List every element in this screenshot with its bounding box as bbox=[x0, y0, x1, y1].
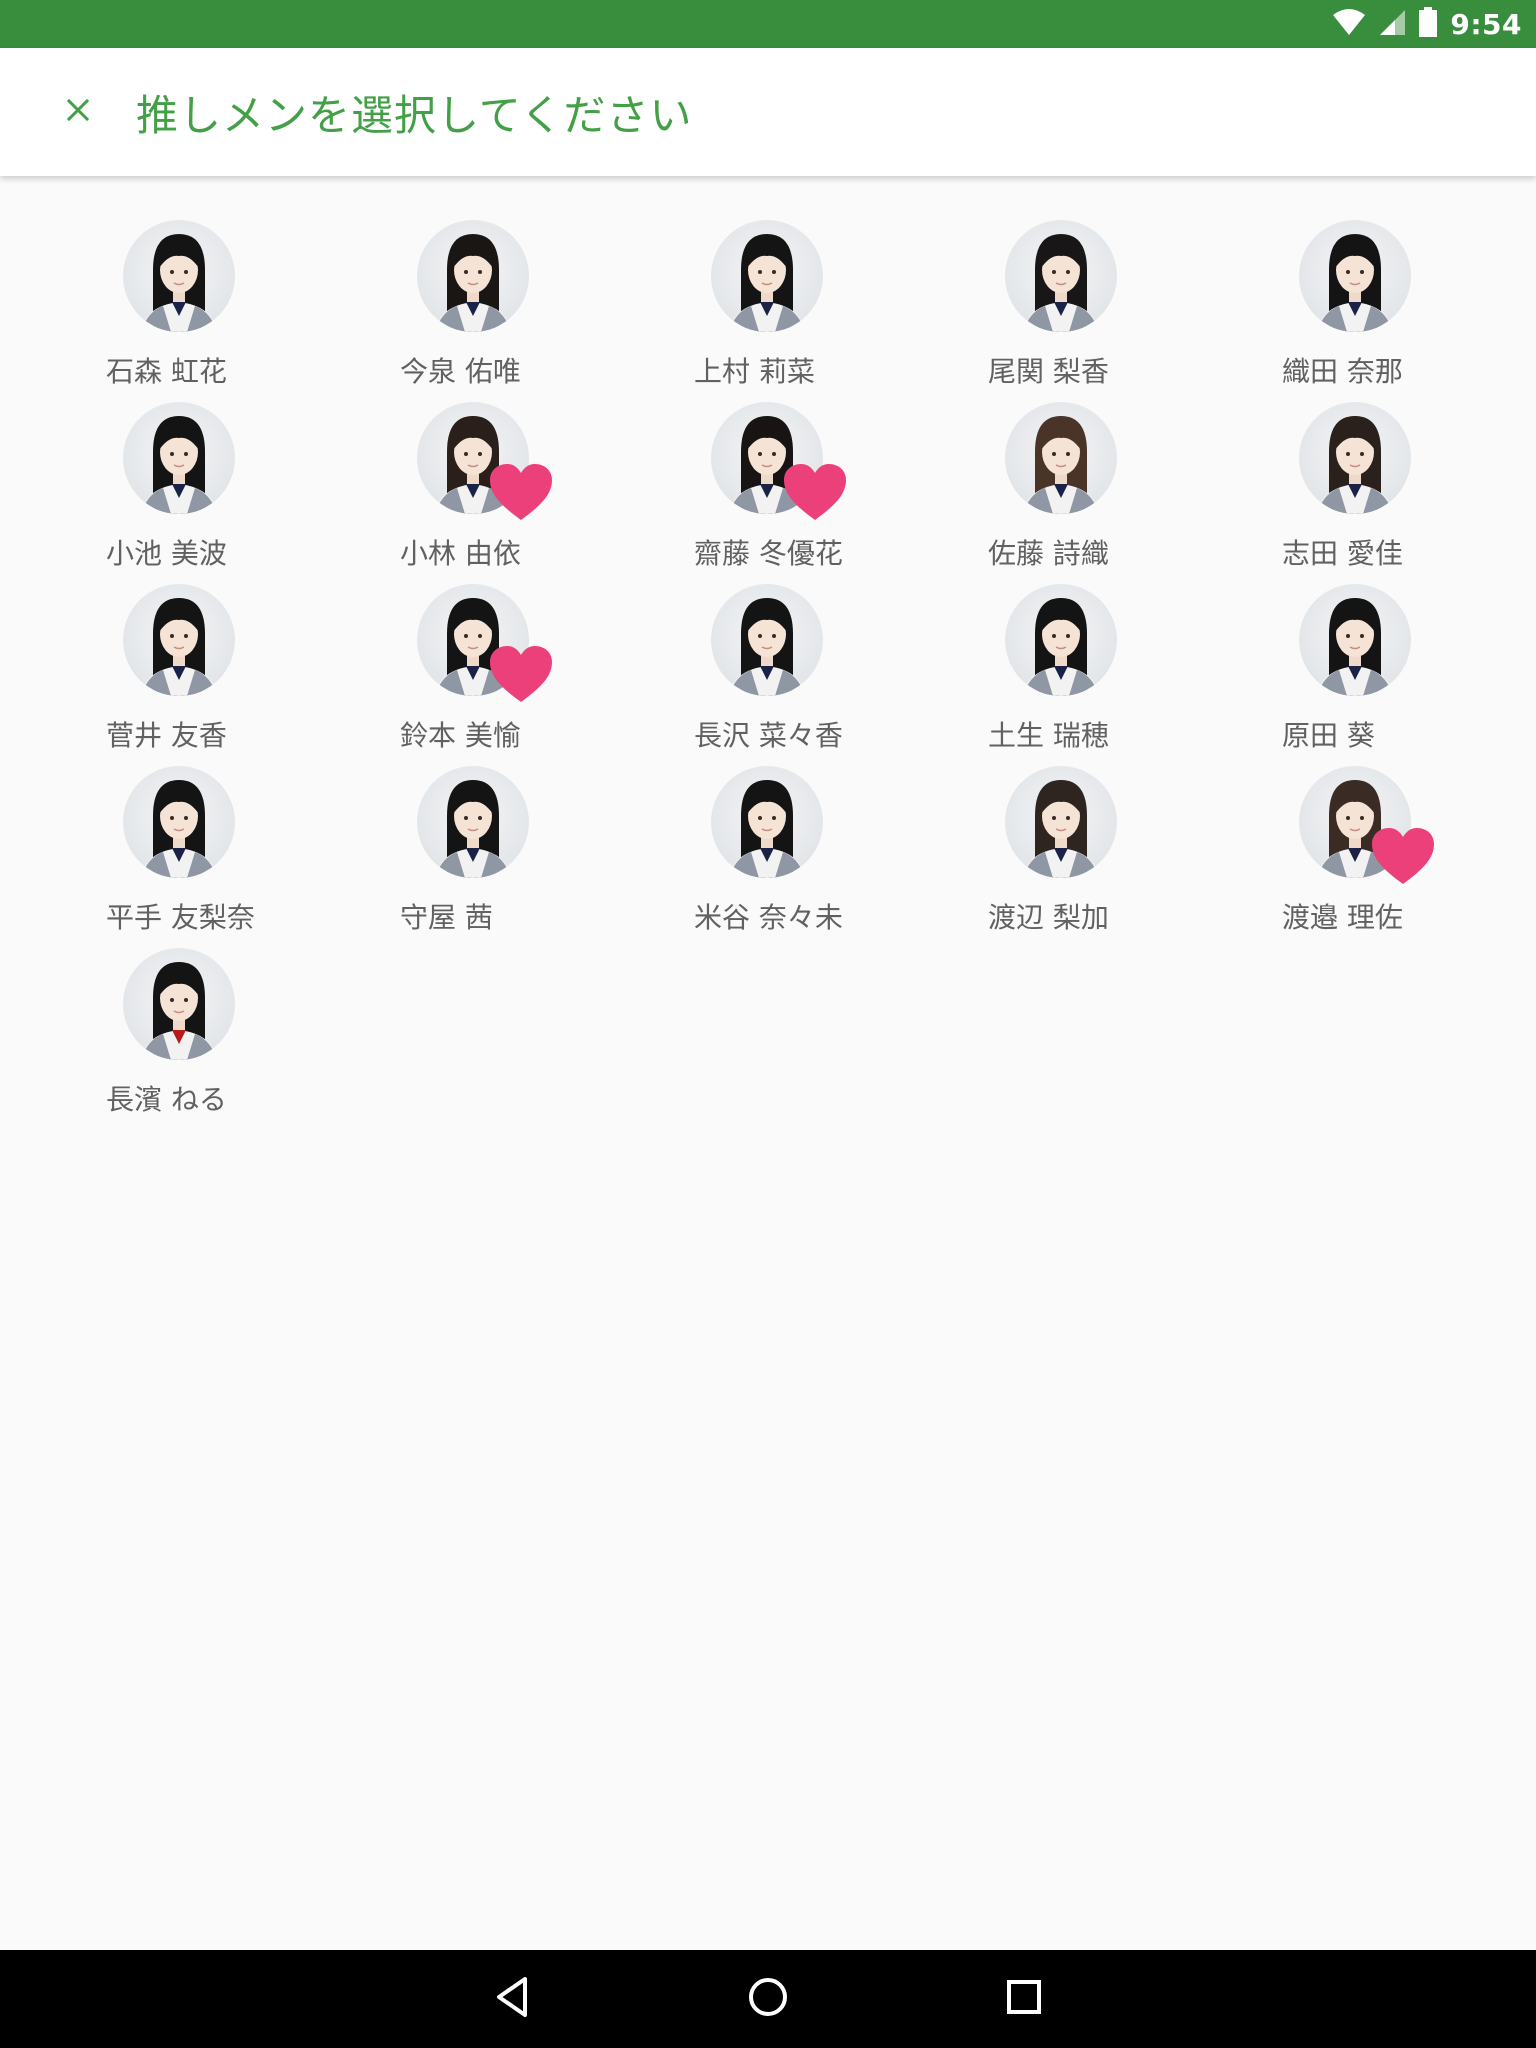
member-name: 原田 葵 bbox=[1282, 719, 1375, 752]
member-item[interactable]: 織田 奈那 bbox=[1222, 220, 1516, 402]
member-name: 渡辺 梨加 bbox=[988, 901, 1109, 934]
member-name: 上村 莉菜 bbox=[694, 355, 815, 388]
navigation-bar bbox=[0, 1950, 1536, 2048]
member-avatar bbox=[1005, 402, 1117, 514]
heart-icon bbox=[488, 462, 554, 522]
back-icon bbox=[492, 1975, 532, 2023]
recents-button[interactable] bbox=[988, 1963, 1060, 2035]
member-item[interactable]: 渡邉 理佐 bbox=[1222, 766, 1516, 948]
member-name: 守屋 茜 bbox=[400, 901, 493, 934]
battery-icon bbox=[1418, 7, 1438, 41]
member-item[interactable]: 菅井 友香 bbox=[46, 584, 340, 766]
member-name: 長濱 ねる bbox=[106, 1083, 227, 1116]
member-name: 志田 愛佳 bbox=[1282, 537, 1403, 570]
member-item[interactable]: 今泉 佑唯 bbox=[340, 220, 634, 402]
member-avatar bbox=[1299, 220, 1411, 332]
home-icon bbox=[746, 1975, 790, 2023]
member-name: 齋藤 冬優花 bbox=[694, 537, 843, 570]
member-name: 今泉 佑唯 bbox=[400, 355, 521, 388]
member-item[interactable]: 齋藤 冬優花 bbox=[634, 402, 928, 584]
member-item[interactable]: 志田 愛佳 bbox=[1222, 402, 1516, 584]
member-name: 菅井 友香 bbox=[106, 719, 227, 752]
member-name: 小林 由依 bbox=[400, 537, 521, 570]
member-avatar bbox=[123, 766, 235, 878]
wifi-icon bbox=[1332, 8, 1366, 40]
heart-icon bbox=[1370, 826, 1436, 886]
member-avatar bbox=[123, 948, 235, 1060]
member-item[interactable]: 平手 友梨奈 bbox=[46, 766, 340, 948]
member-grid: 石森 虹花 今泉 佑唯 上村 莉菜 尾関 梨香 織田 奈那小池 美波 小林 由依 齋藤 冬優… bbox=[46, 220, 1516, 1130]
member-name: 米谷 奈々未 bbox=[694, 901, 843, 934]
member-item[interactable]: 渡辺 梨加 bbox=[928, 766, 1222, 948]
member-item[interactable]: 佐藤 詩織 bbox=[928, 402, 1222, 584]
recents-icon bbox=[1004, 1977, 1044, 2021]
member-item[interactable]: 鈴本 美愉 bbox=[340, 584, 634, 766]
member-item[interactable]: 尾関 梨香 bbox=[928, 220, 1222, 402]
page-title: 推しメンを選択してください bbox=[136, 90, 693, 140]
heart-icon bbox=[782, 462, 848, 522]
member-name: 小池 美波 bbox=[106, 537, 227, 570]
member-avatar bbox=[1299, 402, 1411, 514]
member-name: 土生 瑞穂 bbox=[988, 719, 1109, 752]
close-icon bbox=[66, 98, 90, 126]
member-item[interactable]: 上村 莉菜 bbox=[634, 220, 928, 402]
member-name: 尾関 梨香 bbox=[988, 355, 1109, 388]
member-avatar bbox=[711, 584, 823, 696]
member-item[interactable]: 小林 由依 bbox=[340, 402, 634, 584]
member-name: 佐藤 詩織 bbox=[988, 537, 1109, 570]
member-item[interactable]: 長沢 菜々香 bbox=[634, 584, 928, 766]
app-bar: 推しメンを選択してください bbox=[0, 48, 1536, 176]
member-avatar bbox=[1005, 220, 1117, 332]
member-item[interactable]: 土生 瑞穂 bbox=[928, 584, 1222, 766]
member-list-area: 石森 虹花 今泉 佑唯 上村 莉菜 尾関 梨香 織田 奈那小池 美波 小林 由依 齋藤 冬優… bbox=[0, 176, 1536, 1950]
member-avatar bbox=[417, 766, 529, 878]
member-item[interactable]: 長濱 ねる bbox=[46, 948, 340, 1130]
member-avatar bbox=[1005, 584, 1117, 696]
member-avatar bbox=[711, 766, 823, 878]
member-avatar bbox=[1005, 766, 1117, 878]
status-bar: 9:54 bbox=[0, 0, 1536, 48]
cell-signal-icon bbox=[1378, 8, 1406, 40]
member-name: 織田 奈那 bbox=[1282, 355, 1403, 388]
member-avatar bbox=[417, 220, 529, 332]
member-avatar bbox=[123, 402, 235, 514]
back-button[interactable] bbox=[476, 1963, 548, 2035]
status-icons: 9:54 bbox=[1332, 0, 1522, 48]
member-item[interactable]: 米谷 奈々未 bbox=[634, 766, 928, 948]
member-item[interactable]: 小池 美波 bbox=[46, 402, 340, 584]
member-name: 石森 虹花 bbox=[106, 355, 227, 388]
member-item[interactable]: 石森 虹花 bbox=[46, 220, 340, 402]
member-item[interactable]: 守屋 茜 bbox=[340, 766, 634, 948]
status-time: 9:54 bbox=[1450, 7, 1522, 41]
member-item[interactable]: 原田 葵 bbox=[1222, 584, 1516, 766]
home-button[interactable] bbox=[732, 1963, 804, 2035]
close-button[interactable] bbox=[44, 78, 112, 146]
heart-icon bbox=[488, 644, 554, 704]
member-name: 渡邉 理佐 bbox=[1282, 901, 1403, 934]
member-avatar bbox=[711, 220, 823, 332]
member-avatar bbox=[123, 220, 235, 332]
member-name: 平手 友梨奈 bbox=[106, 901, 255, 934]
member-avatar bbox=[123, 584, 235, 696]
member-name: 長沢 菜々香 bbox=[694, 719, 843, 752]
member-name: 鈴本 美愉 bbox=[400, 719, 521, 752]
member-avatar bbox=[1299, 584, 1411, 696]
